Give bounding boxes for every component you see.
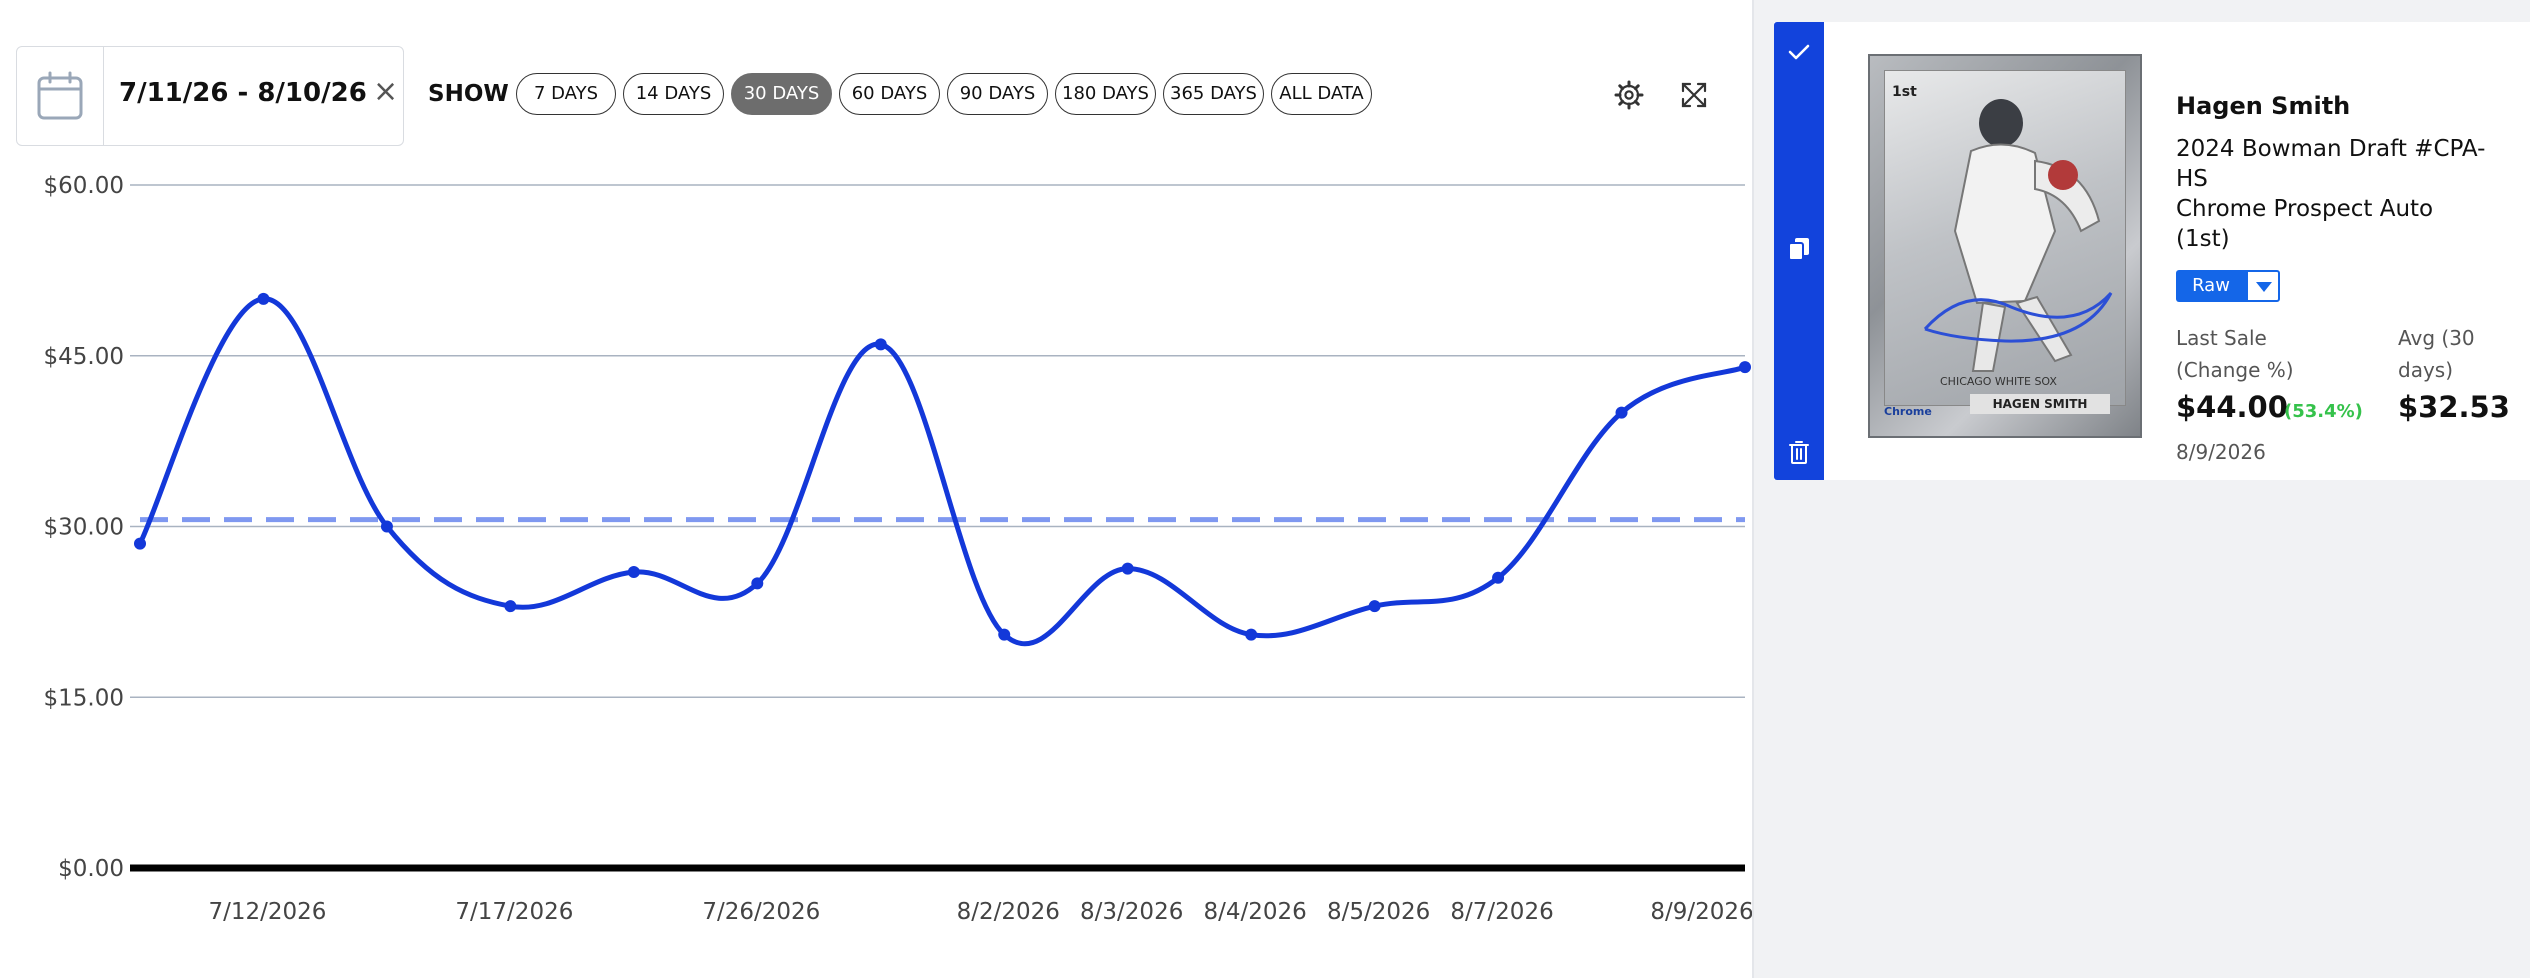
data-point[interactable] xyxy=(998,628,1011,641)
last-sale-label: Last Sale (Change %) xyxy=(2176,322,2294,386)
x-tick-label: 7/26/2026 xyxy=(702,899,820,925)
clear-date-icon[interactable]: × xyxy=(373,74,398,109)
show-label: SHOW xyxy=(428,81,509,107)
x-tick-label: 7/17/2026 xyxy=(455,899,573,925)
average-value: $32.53 xyxy=(2398,390,2510,424)
x-tick-label: 8/4/2026 xyxy=(1203,899,1306,925)
last-sale-label-line: Last Sale xyxy=(2176,326,2267,350)
range-365-days[interactable]: 365 DAYS xyxy=(1163,73,1264,115)
gear-icon[interactable] xyxy=(1614,80,1644,110)
y-tick-label: $15.00 xyxy=(44,685,124,711)
card-team-text: CHICAGO WHITE SOX xyxy=(1940,375,2057,388)
y-tick-label: $30.00 xyxy=(44,515,124,541)
data-point[interactable] xyxy=(1492,571,1505,584)
player-name: Hagen Smith xyxy=(2176,92,2351,120)
copy-icon[interactable] xyxy=(1787,236,1811,262)
rookie-badge: 1st xyxy=(1892,84,1917,100)
average-label-line: days) xyxy=(2398,358,2454,382)
card-image[interactable]: 1st CHICAGO WHITE SOX HAGEN SMITH Chrome xyxy=(1868,54,2142,438)
x-tick-label: 8/7/2026 xyxy=(1450,899,1553,925)
checkmark-icon[interactable] xyxy=(1787,40,1811,64)
card-summary: 1st CHICAGO WHITE SOX HAGEN SMITH Chrome… xyxy=(1774,22,2530,480)
average-label: Avg (30 days) xyxy=(2398,322,2475,386)
range-60-days[interactable]: 60 DAYS xyxy=(839,73,940,115)
card-photo-area xyxy=(1884,70,2126,406)
range-30-days[interactable]: 30 DAYS xyxy=(731,73,832,115)
data-point[interactable] xyxy=(1615,406,1628,419)
data-point[interactable] xyxy=(134,537,146,550)
y-tick-label: $0.00 xyxy=(58,856,124,882)
calendar-icon xyxy=(37,71,83,120)
price-chart: $0.00 $15.00 $30.00 $45.00 $60.00 7/12/2026 7… xyxy=(44,173,1752,925)
card-description-line: (1st) xyxy=(2176,226,2230,252)
range-90-days[interactable]: 90 DAYS xyxy=(947,73,1048,115)
range-180-days[interactable]: 180 DAYS xyxy=(1055,73,1156,115)
price-series-line xyxy=(137,296,1746,647)
range-all-data[interactable]: ALL DATA xyxy=(1271,73,1372,115)
x-tick-label: 8/5/2026 xyxy=(1327,899,1430,925)
x-tick-label: 7/12/2026 xyxy=(208,899,326,925)
last-sale-value: $44.00 xyxy=(2176,390,2288,424)
y-tick-label: $45.00 xyxy=(44,344,124,370)
last-sale-label-line: (Change %) xyxy=(2176,358,2294,382)
change-percent: (53.4%) xyxy=(2284,401,2363,422)
data-point[interactable] xyxy=(751,577,764,590)
date-range-picker[interactable]: 7/11/26 - 8/10/26 × xyxy=(16,46,404,146)
data-point[interactable] xyxy=(1739,361,1751,374)
last-sale-date: 8/9/2026 xyxy=(2176,440,2266,464)
calendar-button[interactable] xyxy=(17,47,104,145)
expand-icon[interactable] xyxy=(1679,80,1709,110)
y-tick-label: $60.00 xyxy=(44,173,124,199)
grade-dropdown[interactable] xyxy=(2246,270,2280,302)
data-point[interactable] xyxy=(257,292,270,305)
price-history-panel: 7/11/26 - 8/10/26 × SHOW 7 DAYS 14 DAYS … xyxy=(0,0,1752,978)
card-brand-text: Chrome xyxy=(1884,405,1932,418)
x-tick-label: 8/9/2026 xyxy=(1650,899,1752,925)
trash-icon[interactable] xyxy=(1787,440,1811,466)
data-point[interactable] xyxy=(1245,628,1258,641)
caret-down-icon xyxy=(2256,282,2272,292)
card-name-strip: HAGEN SMITH xyxy=(1970,394,2110,414)
date-range-text[interactable]: 7/11/26 - 8/10/26 xyxy=(119,78,367,108)
card-description-line: 2024 Bowman Draft #CPA- xyxy=(2176,136,2486,162)
data-point[interactable] xyxy=(874,338,887,351)
data-point[interactable] xyxy=(1368,600,1381,613)
data-point[interactable] xyxy=(1121,562,1134,575)
card-description-line: HS xyxy=(2176,166,2208,192)
average-label-line: Avg (30 xyxy=(2398,326,2475,350)
data-point[interactable] xyxy=(627,566,640,579)
card-description-line: Chrome Prospect Auto xyxy=(2176,196,2434,222)
grade-button[interactable]: Raw xyxy=(2176,270,2246,302)
x-tick-label: 8/3/2026 xyxy=(1080,899,1183,925)
pitcher-silhouette xyxy=(1923,99,2113,372)
range-14-days[interactable]: 14 DAYS xyxy=(623,73,724,115)
data-point[interactable] xyxy=(380,520,393,533)
card-description: 2024 Bowman Draft #CPA- HS Chrome Prospe… xyxy=(2176,134,2506,254)
card-action-bar xyxy=(1774,22,1824,480)
data-point[interactable] xyxy=(504,600,517,613)
range-7-days[interactable]: 7 DAYS xyxy=(516,73,616,115)
x-tick-label: 8/2/2026 xyxy=(957,899,1060,925)
